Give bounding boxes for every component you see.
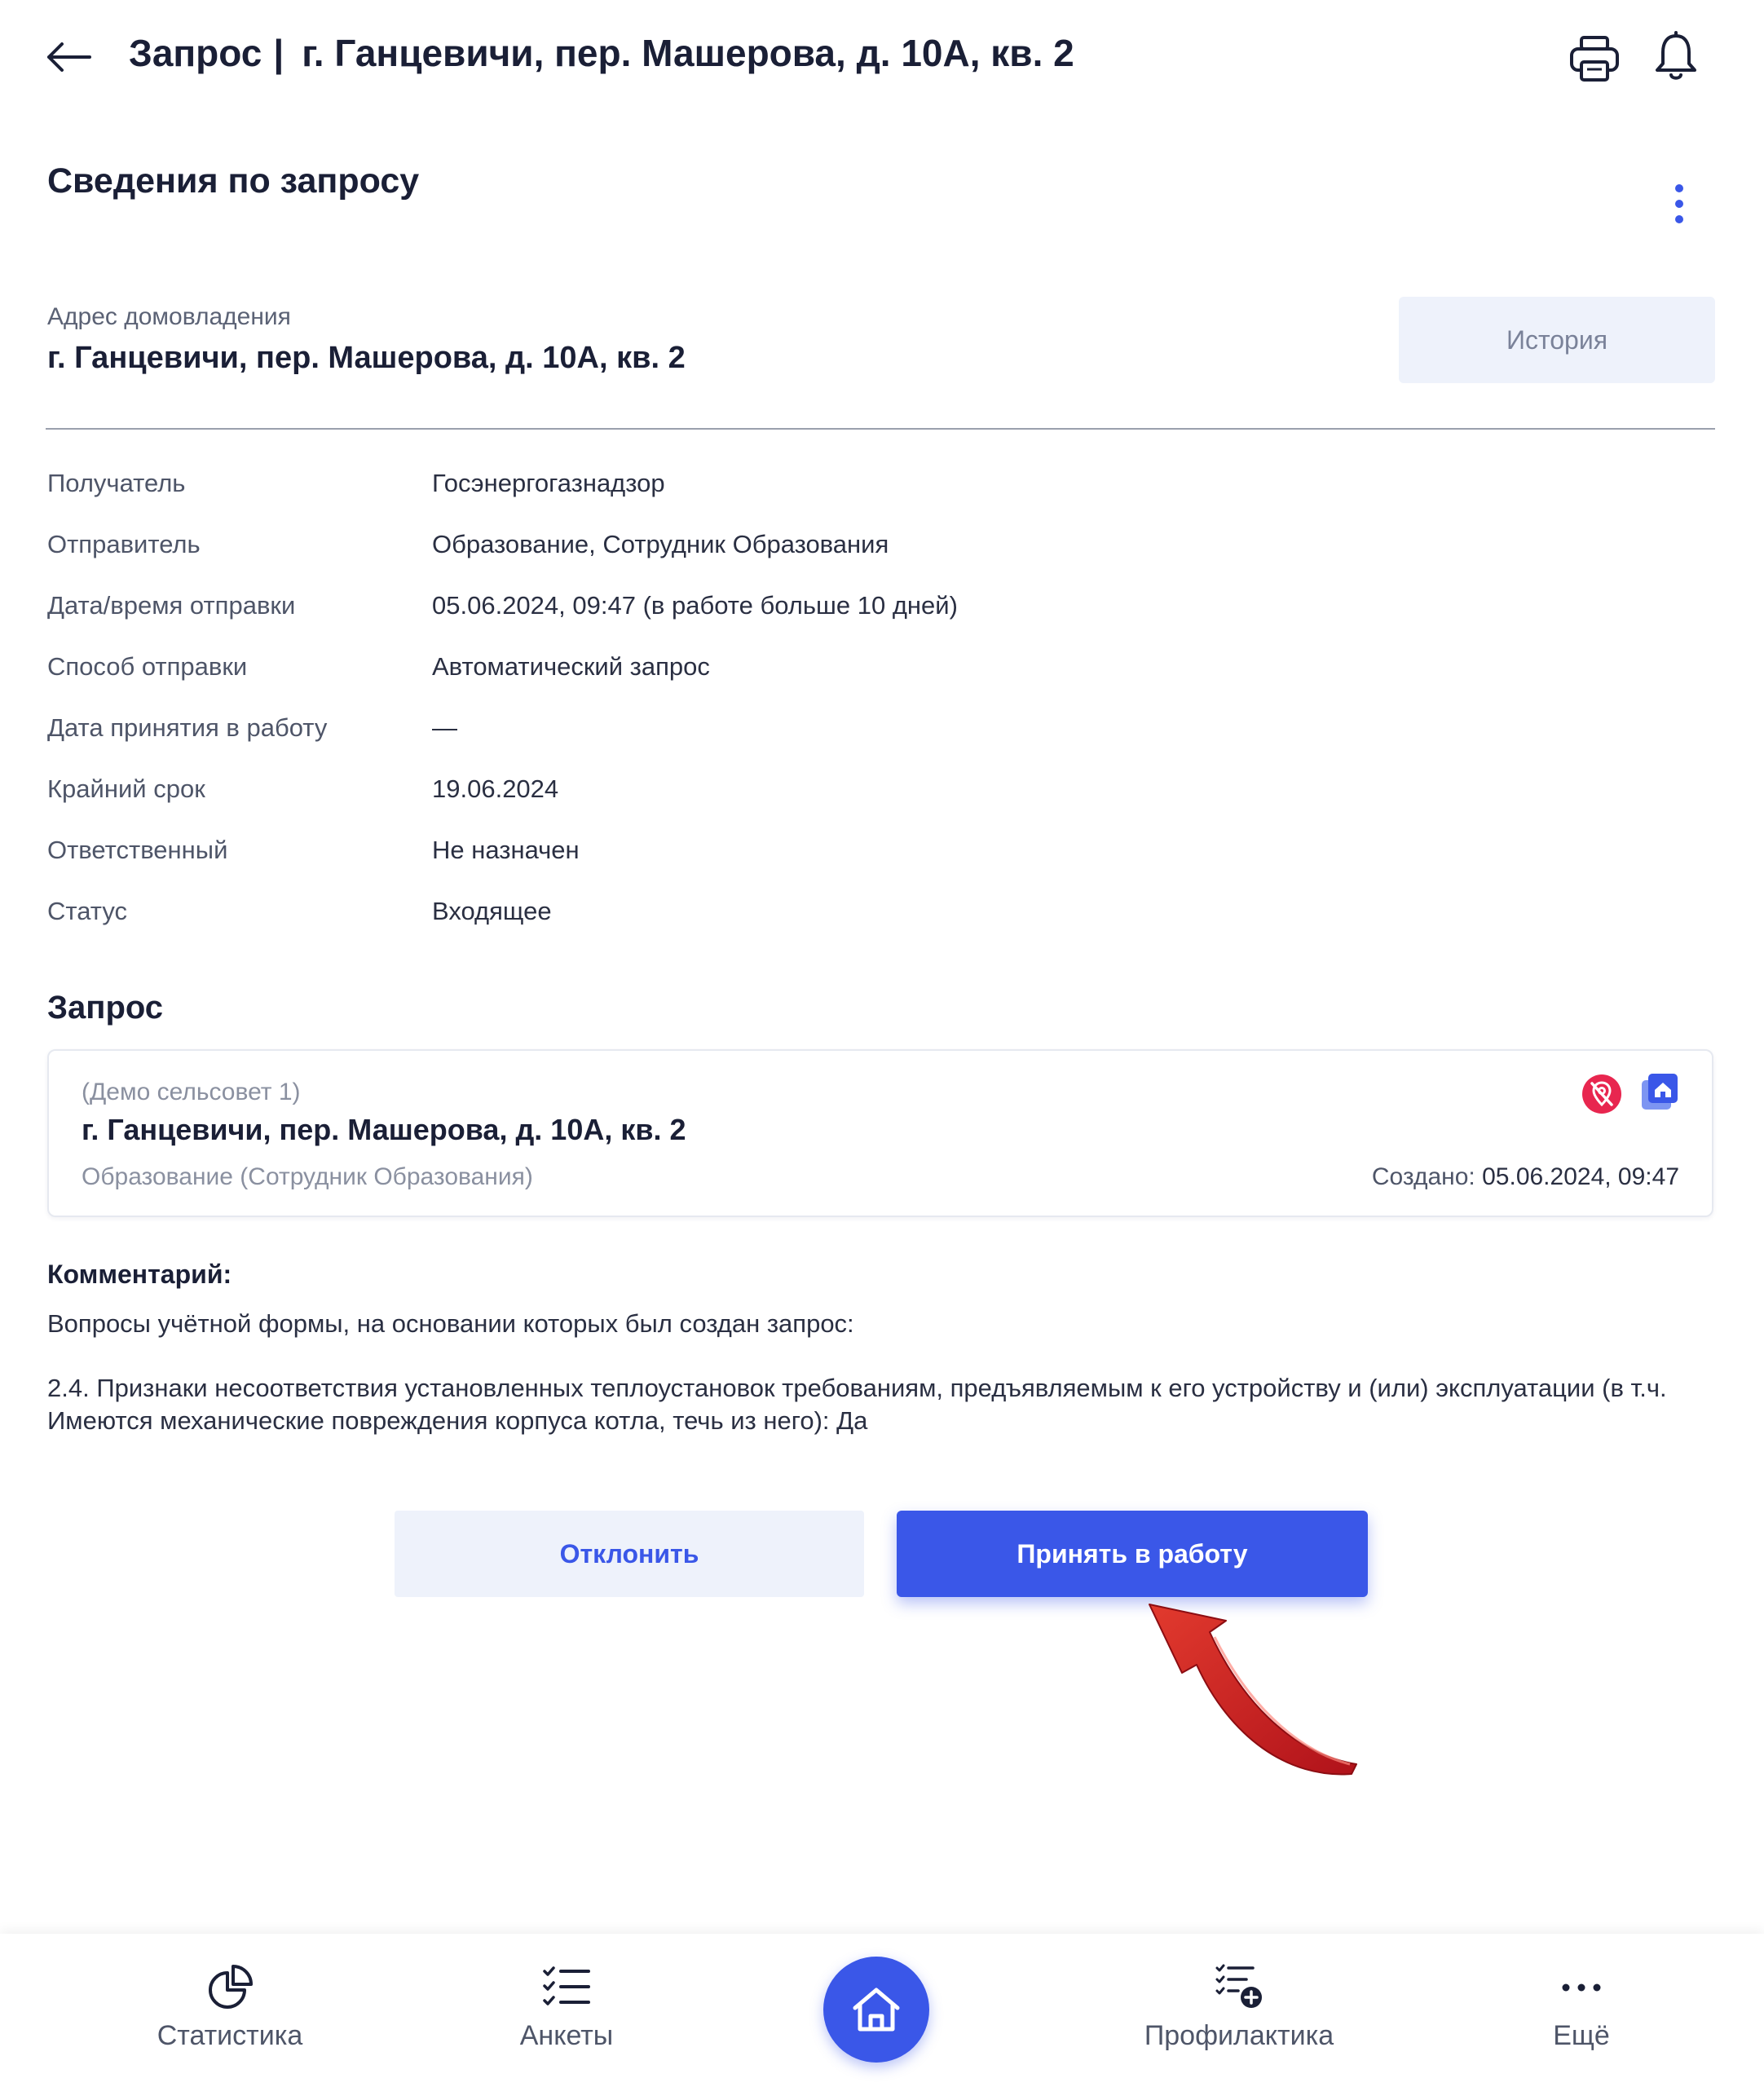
detail-label: Способ отправки	[47, 652, 248, 681]
checklist-add-icon	[1215, 1964, 1262, 2008]
detail-value: Госэнергогазнадзор	[432, 469, 665, 497]
printer-icon	[1570, 36, 1619, 82]
nav-more[interactable]: Ещё	[1532, 1934, 1630, 2087]
accept-button[interactable]: Принять в работу	[897, 1511, 1368, 1597]
detail-label: Статус	[47, 897, 127, 925]
location-off-icon[interactable]	[1581, 1074, 1622, 1114]
detail-row-status: Статус Входящее	[47, 889, 1710, 950]
comment-text: 2.4. Признаки несоответствия установленн…	[47, 1374, 1667, 1435]
divider	[46, 428, 1715, 430]
detail-value: 19.06.2024	[432, 774, 559, 803]
home-icon	[853, 1988, 900, 2032]
arrow-left-icon	[47, 42, 91, 72]
detail-row-method: Способ отправки Автоматический запрос	[47, 644, 1710, 705]
annotation-arrow-icon	[1149, 1604, 1357, 1776]
household-address-value: г. Ганцевичи, пер. Машерова, д. 10А, кв.…	[47, 341, 686, 375]
request-created: Создано: 05.06.2024, 09:47	[1372, 1163, 1679, 1191]
house-gallery-icon[interactable]	[1638, 1070, 1681, 1113]
detail-row-deadline: Крайний срок 19.06.2024	[47, 766, 1710, 827]
comment-label: Комментарий:	[47, 1260, 232, 1289]
detail-row-responsible: Ответственный Не назначен	[47, 827, 1710, 889]
comment-intro: Вопросы учётной формы, на основании кото…	[47, 1309, 854, 1338]
back-button[interactable]	[42, 31, 95, 83]
detail-value: Автоматический запрос	[432, 652, 710, 681]
created-label: Создано:	[1371, 1163, 1475, 1190]
detail-value: Не назначен	[432, 836, 580, 864]
request-council: (Демо сельсовет 1)	[82, 1079, 301, 1105]
detail-label: Получатель	[47, 469, 186, 497]
detail-label: Отправитель	[47, 530, 201, 558]
reject-button[interactable]: Отклонить	[395, 1511, 864, 1597]
nav-label: Ещё	[1553, 2020, 1610, 2051]
kebab-dot	[1675, 200, 1683, 208]
detail-value: —	[432, 713, 457, 742]
section-title: Сведения по запросу	[47, 161, 420, 201]
nav-questionnaires[interactable]: Анкеты	[489, 1934, 644, 2087]
app-header: Запрос | г. Ганцевичи, пер. Машерова, д. 1…	[0, 0, 1764, 114]
detail-row-sender: Отправитель Образование, Сотрудник Образ…	[47, 522, 1710, 583]
page-title-label: Запрос	[129, 32, 262, 74]
nav-home-button[interactable]	[823, 1957, 929, 2063]
bell-icon	[1656, 31, 1696, 80]
nav-prevention[interactable]: Профилактика	[1117, 1934, 1361, 2087]
request-details: Получатель Госэнергогазнадзор Отправител…	[47, 461, 1710, 950]
request-section-title: Запрос	[47, 990, 164, 1026]
more-options-button[interactable]	[1663, 178, 1696, 230]
detail-label: Ответственный	[47, 836, 228, 864]
pie-chart-icon	[209, 1965, 253, 2009]
household-address-label: Адрес домовладения	[47, 303, 291, 330]
detail-label: Дата принятия в работу	[47, 713, 328, 742]
detail-value: 05.06.2024, 09:47 (в работе больше 10 дн…	[432, 591, 958, 620]
detail-value: Образование, Сотрудник Образования	[432, 530, 889, 558]
more-icon	[1562, 1983, 1601, 1992]
detail-label: Дата/время отправки	[47, 591, 296, 620]
checklist-icon	[543, 1966, 590, 2005]
print-button[interactable]	[1565, 29, 1624, 88]
nav-label: Профилактика	[1144, 2020, 1334, 2051]
detail-row-recipient: Получатель Госэнергогазнадзор	[47, 461, 1710, 522]
created-value: 05.06.2024, 09:47	[1482, 1163, 1679, 1190]
nav-label: Статистика	[157, 2020, 303, 2051]
kebab-dot	[1675, 215, 1683, 223]
page-title: Запрос | г. Ганцевичи, пер. Машерова, д. 1…	[129, 31, 1074, 75]
detail-label: Крайний срок	[47, 774, 205, 803]
nav-statistics[interactable]: Статистика	[139, 1934, 321, 2087]
kebab-dot	[1675, 184, 1683, 192]
request-organization: Образование (Сотрудник Образования)	[82, 1163, 533, 1190]
title-separator: |	[273, 32, 284, 74]
detail-row-accepted-date: Дата принятия в работу —	[47, 705, 1710, 766]
request-card[interactable]: (Демо сельсовет 1) г. Ганцевичи, пер. Ма…	[47, 1049, 1713, 1217]
detail-row-sent-at: Дата/время отправки 05.06.2024, 09:47 (в…	[47, 583, 1710, 644]
nav-label: Анкеты	[519, 2020, 614, 2051]
notifications-button[interactable]	[1647, 26, 1705, 88]
history-button[interactable]: История	[1399, 297, 1715, 383]
request-address: г. Ганцевичи, пер. Машерова, д. 10А, кв.…	[82, 1113, 686, 1146]
page-title-address: г. Ганцевичи, пер. Машерова, д. 10А, кв.…	[302, 32, 1074, 74]
detail-value: Входящее	[432, 897, 552, 925]
